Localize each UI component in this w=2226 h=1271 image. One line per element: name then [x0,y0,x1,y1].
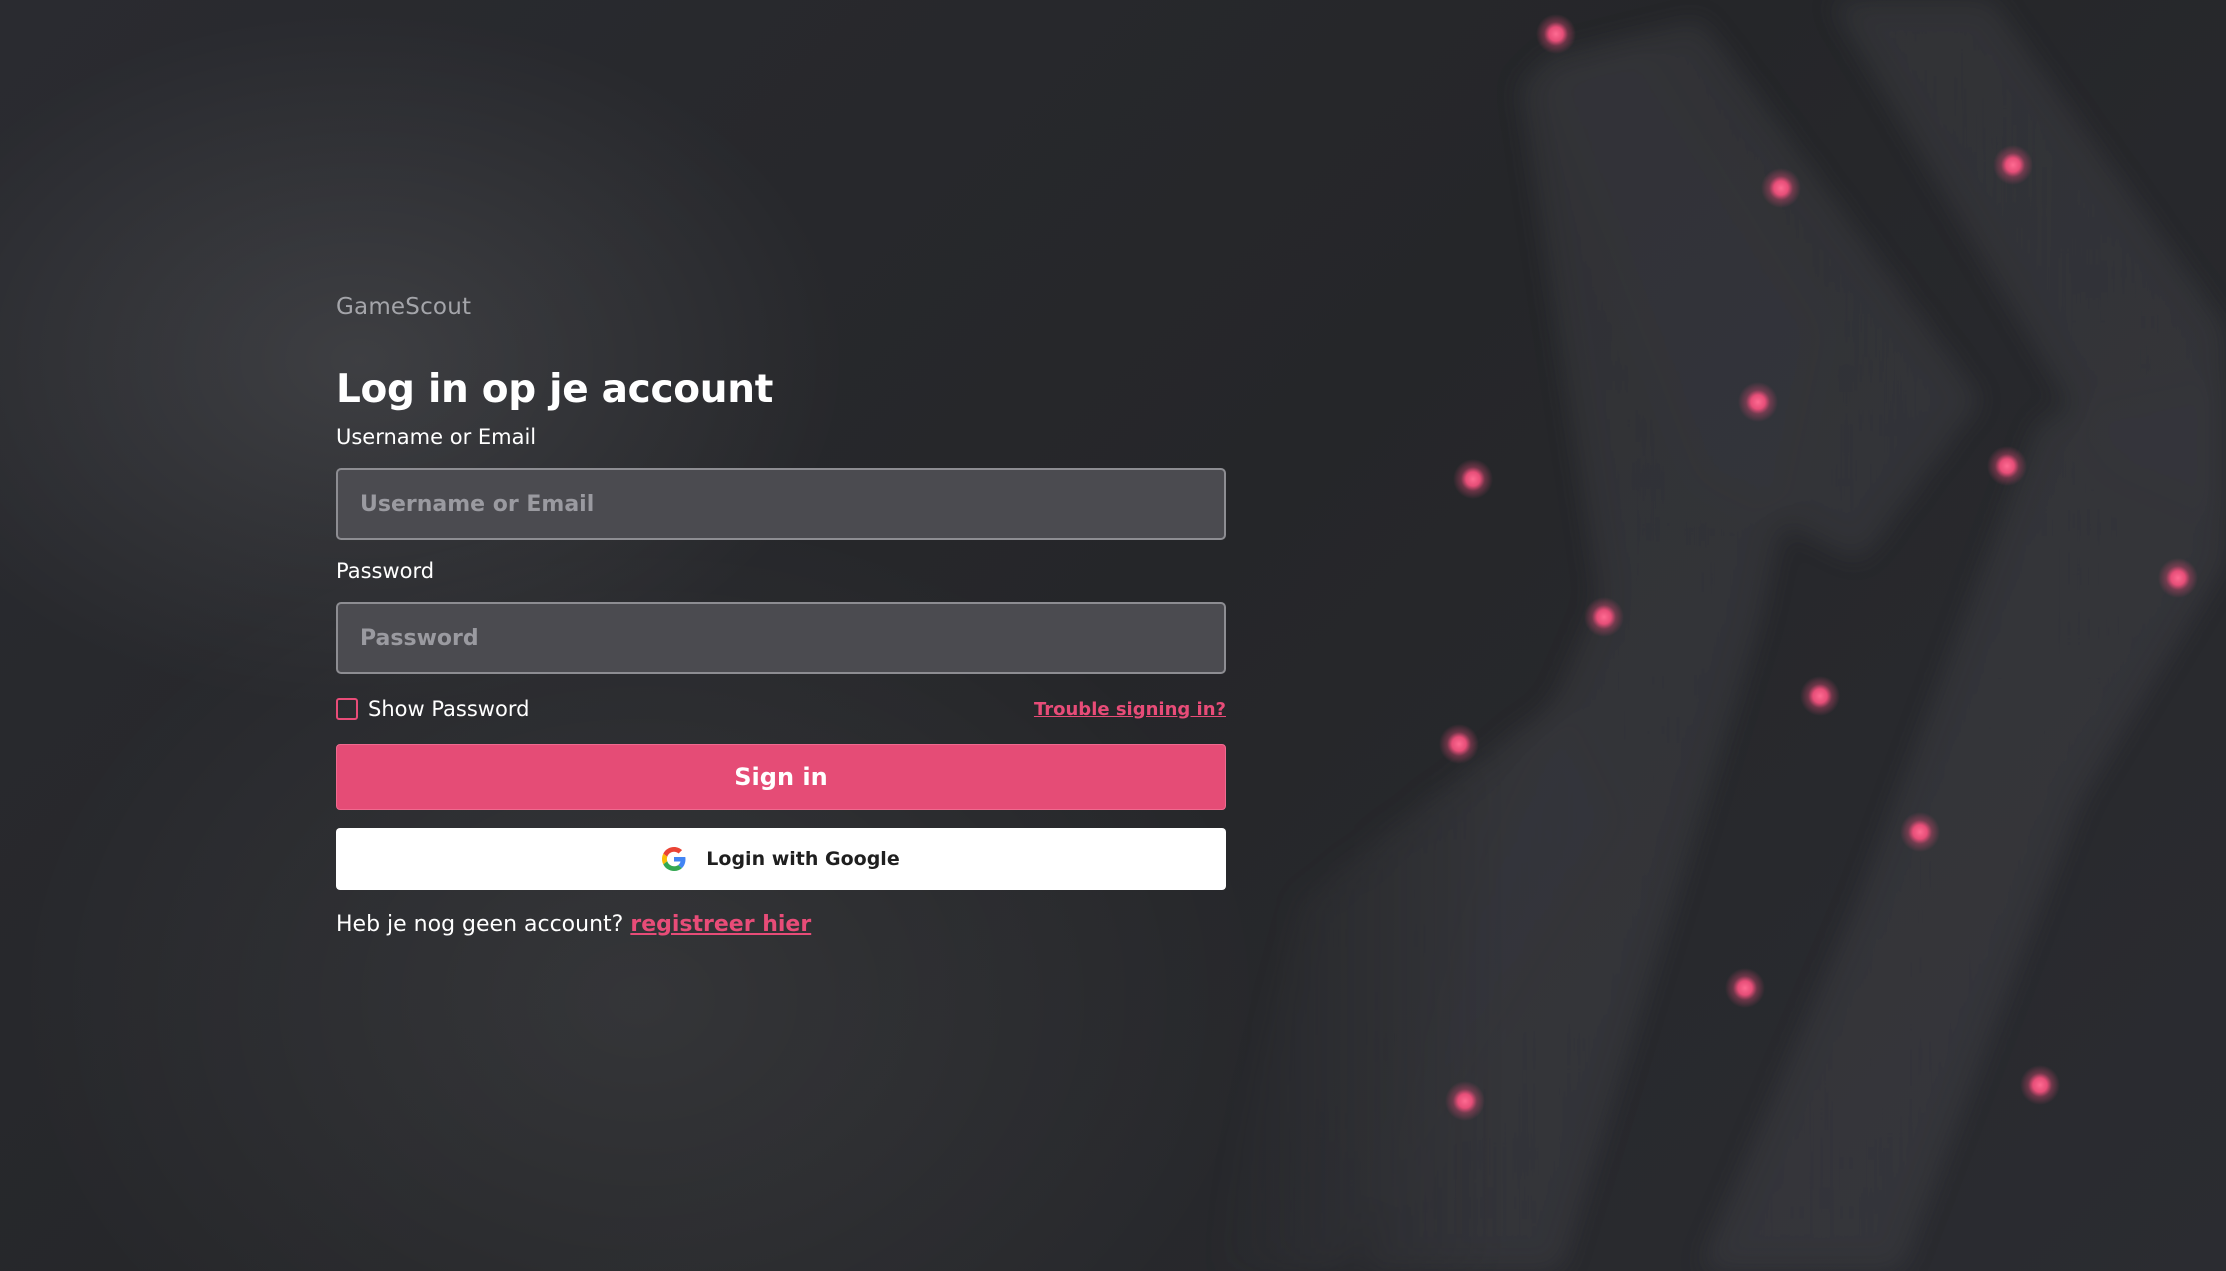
google-login-button[interactable]: Login with Google [336,828,1226,890]
register-row: Heb je nog geen account? registreer hier [336,910,1226,940]
register-prompt: Heb je nog geen account? [336,912,624,937]
sign-in-button[interactable]: Sign in [336,744,1226,810]
username-label: Username or Email [336,425,537,449]
google-icon [662,847,686,871]
show-password-toggle[interactable]: Show Password [336,697,529,721]
login-panel: GameScout Log in op je account Username … [336,292,1226,940]
show-password-checkbox[interactable] [336,698,358,720]
login-page: GameScout Log in op je account Username … [0,0,2226,1271]
google-login-label: Login with Google [706,848,900,870]
username-input[interactable] [336,468,1226,540]
halftone-stripes [1200,0,2226,1271]
show-password-label: Show Password [368,697,530,721]
password-input[interactable] [336,602,1226,674]
brand-name: GameScout [336,294,472,320]
password-label: Password [336,559,435,583]
register-link[interactable]: registreer hier [630,912,811,937]
page-title: Log in op je account [336,367,774,412]
trouble-signing-in-link[interactable]: Trouble signing in? [1034,699,1226,720]
options-row: Show Password Trouble signing in? [336,694,1226,724]
